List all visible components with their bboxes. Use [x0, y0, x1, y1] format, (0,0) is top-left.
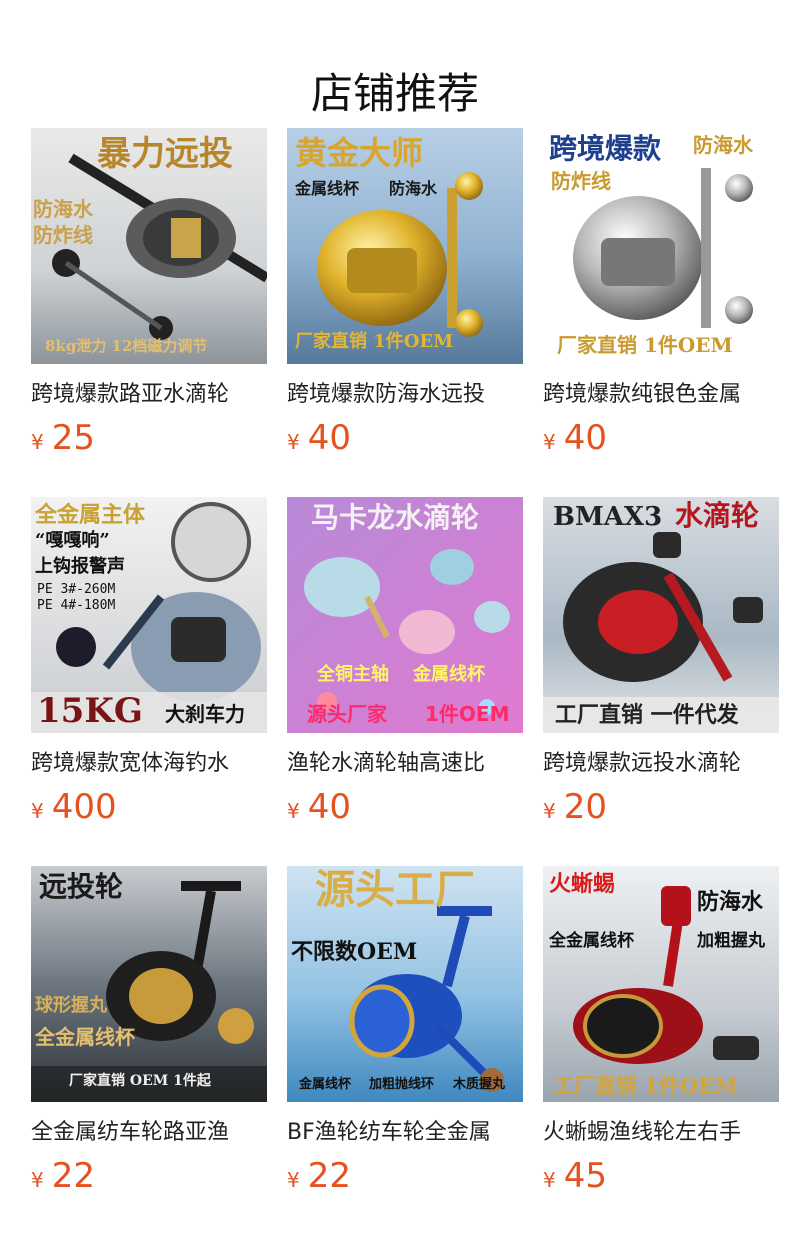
price-tag: ¥ 20	[543, 787, 779, 827]
product-card[interactable]: 马卡龙水滴轮 全铜主轴 金属线杯 源头厂家 1件OEM 渔轮水滴轮轴高速比 ¥ …	[287, 497, 523, 866]
product-card[interactable]: 全金属主体 “嘎嘎响” 上钩报警声 PE 3#-260M PE 4#-180M …	[31, 497, 267, 866]
image-headline: 火蜥蜴	[549, 871, 616, 897]
product-price: 40	[563, 418, 607, 458]
currency-symbol: ¥	[31, 799, 44, 823]
product-price: 22	[307, 1156, 351, 1196]
image-caption: 防海水	[693, 133, 753, 157]
image-caption: 木质握丸	[453, 1077, 506, 1092]
price-tag: ¥ 40	[287, 787, 523, 827]
image-caption: 厂家直销 1件OEM	[557, 333, 733, 357]
image-caption: 防海水	[33, 197, 93, 221]
image-caption: 全金属线杯	[549, 931, 634, 951]
product-price: 25	[51, 418, 95, 458]
product-name[interactable]: 跨境爆款纯银色金属	[543, 380, 779, 410]
image-caption: PE 4#-180M	[37, 598, 116, 613]
image-caption: 防炸线	[33, 223, 93, 247]
image-caption: 全金属线杯	[35, 1025, 135, 1049]
product-price: 40	[307, 787, 351, 827]
image-caption: “嘎嘎响”	[35, 530, 110, 551]
image-caption: 源头厂家	[307, 702, 387, 726]
product-name[interactable]: 跨境爆款防海水远投	[287, 380, 523, 410]
image-caption: 不限数OEM	[291, 939, 418, 965]
product-card[interactable]: BMAX3 水滴轮 工厂直销 一件代发 跨境爆款远投水滴轮 ¥ 20	[543, 497, 779, 866]
image-caption: 1件OEM	[425, 702, 510, 726]
price-tag: ¥ 25	[31, 418, 267, 458]
image-caption: 厂家直销 OEM 1件起	[69, 1073, 211, 1089]
product-grid: 暴力远投 防海水 防炸线 8kg泄力 12档磁力调节 跨境爆款路亚水滴轮 ¥ 2…	[31, 128, 779, 1235]
product-price: 45	[563, 1156, 607, 1196]
price-tag: ¥ 400	[31, 787, 267, 827]
product-image[interactable]: 暴力远投 防海水 防炸线 8kg泄力 12档磁力调节	[31, 128, 267, 364]
product-card[interactable]: 火蜥蜴 防海水 全金属线杯 加粗握丸 工厂直销 1件OEM 火蜥蜴渔线轮左右手 …	[543, 866, 779, 1235]
image-caption: 金属线杯	[295, 179, 360, 198]
product-name[interactable]: BF渔轮纺车轮全金属	[287, 1118, 523, 1148]
image-caption: 水滴轮	[675, 499, 760, 532]
product-name[interactable]: 全金属纺车轮路亚渔	[31, 1118, 267, 1148]
image-caption: 金属线杯	[299, 1077, 352, 1092]
currency-symbol: ¥	[543, 1168, 556, 1192]
price-tag: ¥ 22	[31, 1156, 267, 1196]
image-headline: 跨境爆款	[549, 132, 662, 165]
product-name[interactable]: 渔轮水滴轮轴高速比	[287, 749, 523, 779]
image-caption: 工厂直销 一件代发	[555, 702, 739, 728]
product-name[interactable]: 火蜥蜴渔线轮左右手	[543, 1118, 779, 1148]
currency-symbol: ¥	[31, 1168, 44, 1192]
baitcasting-reel-red-icon	[543, 497, 779, 733]
product-image[interactable]: BMAX3 水滴轮 工厂直销 一件代发	[543, 497, 779, 733]
price-tag: ¥ 40	[287, 418, 523, 458]
product-name[interactable]: 跨境爆款远投水滴轮	[543, 749, 779, 779]
page-title: 店铺推荐	[310, 69, 479, 119]
product-card[interactable]: 远投轮 球形握丸 全金属线杯 厂家直销 OEM 1件起 全金属纺车轮路亚渔 ¥ …	[31, 866, 267, 1235]
image-caption: 球形握丸	[35, 995, 107, 1016]
product-card[interactable]: 黄金大师 金属线杯 防海水 厂家直销 1件OEM 跨境爆款防海水远投 ¥ 40	[287, 128, 523, 497]
image-caption: PE 3#-260M	[37, 582, 116, 597]
image-headline: 暴力远投	[97, 134, 233, 174]
image-caption: 全铜主轴	[317, 664, 389, 685]
currency-symbol: ¥	[287, 430, 300, 454]
image-caption: 金属线杯	[413, 664, 485, 685]
image-caption: 8kg泄力 12档磁力调节	[45, 337, 208, 355]
image-caption: 防海水	[697, 889, 764, 915]
product-image[interactable]: 远投轮 球形握丸 全金属线杯 厂家直销 OEM 1件起	[31, 866, 267, 1102]
product-card[interactable]: 跨境爆款 防海水 防炸线 厂家直销 1件OEM 跨境爆款纯银色金属 ¥ 40	[543, 128, 779, 497]
currency-symbol: ¥	[31, 430, 44, 454]
currency-symbol: ¥	[543, 430, 556, 454]
image-headline: 全金属主体	[35, 502, 146, 528]
image-headline: BMAX3	[553, 502, 663, 532]
price-tag: ¥ 45	[543, 1156, 779, 1196]
image-headline: 源头工厂	[315, 866, 475, 913]
image-caption: 防炸线	[551, 169, 611, 193]
product-image[interactable]: 火蜥蜴 防海水 全金属线杯 加粗握丸 工厂直销 1件OEM	[543, 866, 779, 1102]
product-card[interactable]: 暴力远投 防海水 防炸线 8kg泄力 12档磁力调节 跨境爆款路亚水滴轮 ¥ 2…	[31, 128, 267, 497]
image-caption: 工厂直销 1件OEM	[553, 1073, 738, 1098]
image-caption: 加粗握丸	[697, 931, 765, 951]
price-tag: ¥ 40	[543, 418, 779, 458]
image-headline: 马卡龙水滴轮	[311, 501, 480, 534]
product-image[interactable]: 黄金大师 金属线杯 防海水 厂家直销 1件OEM	[287, 128, 523, 364]
product-price: 20	[563, 787, 607, 827]
image-caption: 加粗抛线环	[369, 1077, 435, 1092]
product-image[interactable]: 跨境爆款 防海水 防炸线 厂家直销 1件OEM	[543, 128, 779, 364]
image-headline: 远投轮	[39, 870, 124, 903]
currency-symbol: ¥	[287, 799, 300, 823]
product-price: 22	[51, 1156, 95, 1196]
image-caption: 大刹车力	[165, 702, 245, 726]
product-price: 400	[51, 787, 117, 827]
product-image[interactable]: 源头工厂 不限数OEM 金属线杯 加粗抛线环 木质握丸	[287, 866, 523, 1102]
product-image[interactable]: 马卡龙水滴轮 全铜主轴 金属线杯 源头厂家 1件OEM	[287, 497, 523, 733]
currency-symbol: ¥	[287, 1168, 300, 1192]
currency-symbol: ¥	[543, 799, 556, 823]
price-tag: ¥ 22	[287, 1156, 523, 1196]
image-caption: 上钩报警声	[35, 556, 125, 577]
product-card[interactable]: 源头工厂 不限数OEM 金属线杯 加粗抛线环 木质握丸 BF渔轮纺车轮全金属 ¥…	[287, 866, 523, 1235]
product-price: 40	[307, 418, 351, 458]
image-caption: 厂家直销 1件OEM	[295, 331, 454, 352]
product-name[interactable]: 跨境爆款路亚水滴轮	[31, 380, 267, 410]
image-caption: 防海水	[389, 179, 438, 198]
image-caption: 15KG	[37, 691, 143, 731]
product-image[interactable]: 全金属主体 “嘎嘎响” 上钩报警声 PE 3#-260M PE 4#-180M …	[31, 497, 267, 733]
product-name[interactable]: 跨境爆款宽体海钓水	[31, 749, 267, 779]
image-headline: 黄金大师	[295, 134, 424, 172]
